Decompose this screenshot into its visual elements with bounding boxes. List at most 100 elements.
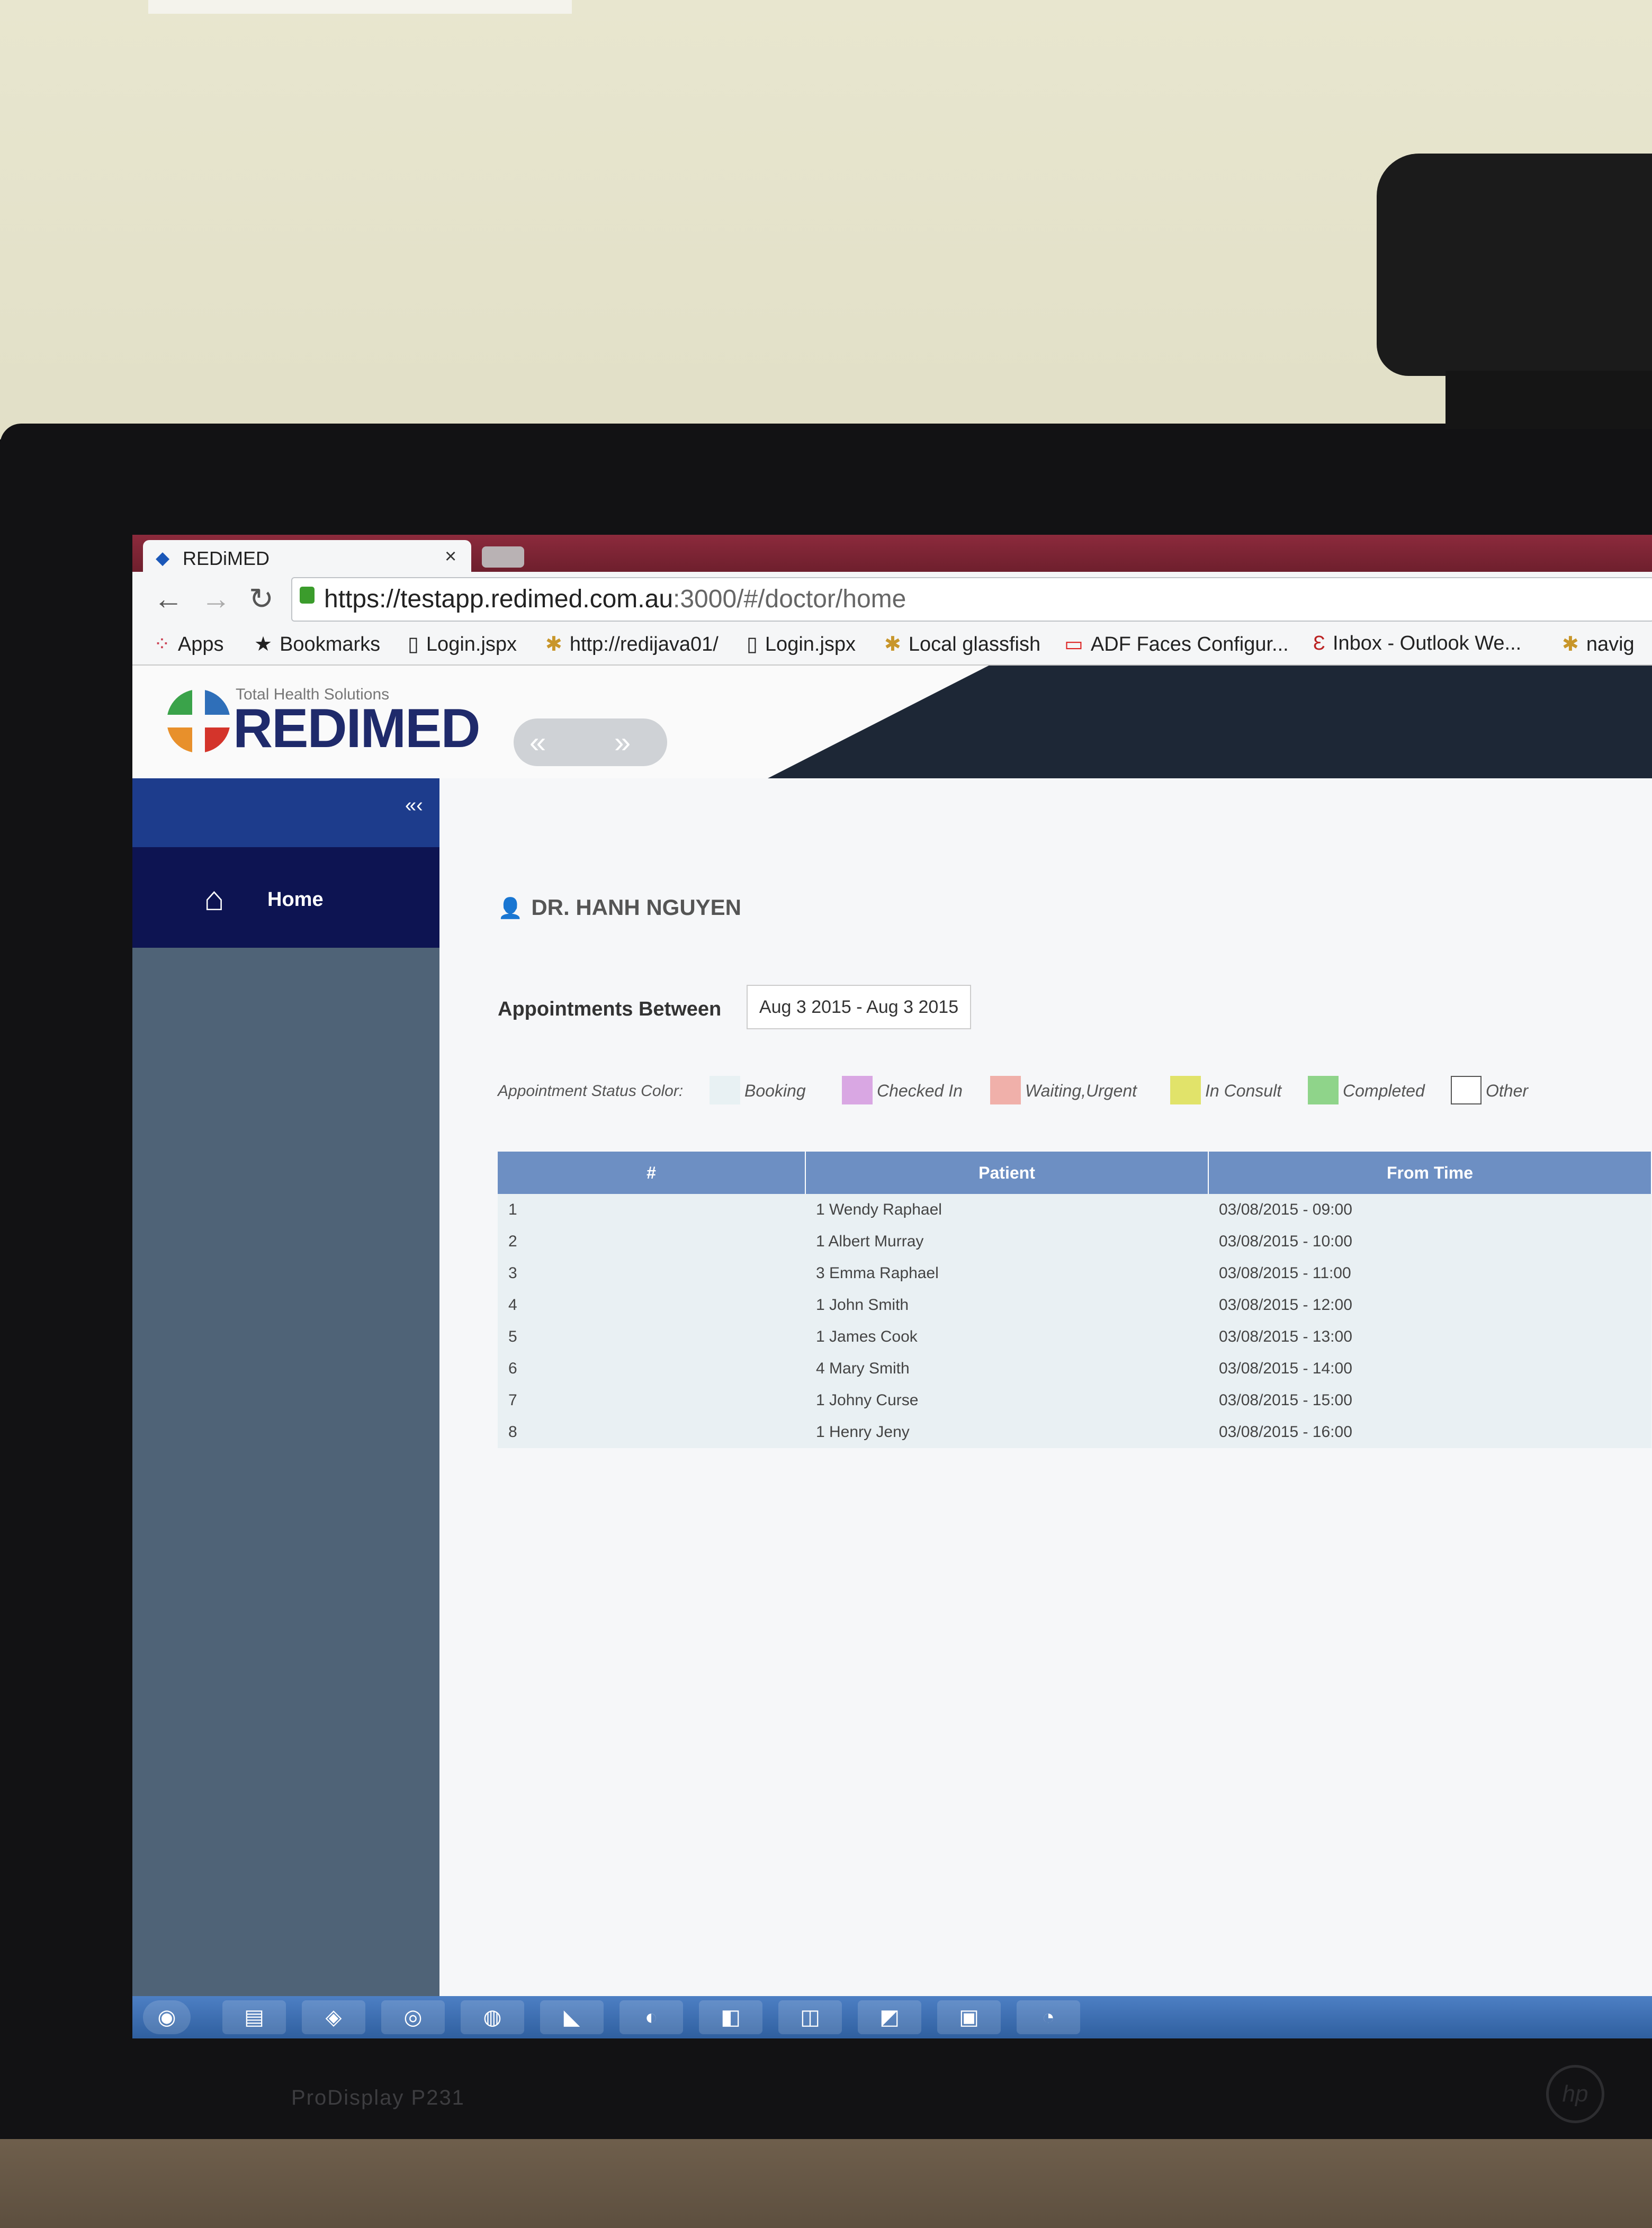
bookmark-adf-faces[interactable]: ▭ ADF Faces Configur... [1064,632,1289,656]
column-header-number[interactable]: # [498,1152,806,1194]
legend-label: Booking [744,1081,806,1100]
redimed-favicon-icon: ◆ [156,548,170,568]
app-icon[interactable]: ▣ [937,2000,1001,2034]
new-tab-button[interactable] [482,546,524,568]
column-header-from-time[interactable]: From Time [1208,1152,1652,1194]
from-time: 03/08/2015 - 13:00 [1208,1321,1651,1353]
bookmark-redijava[interactable]: ✱ http://redijava01/ [545,632,719,656]
outlook-icon[interactable]: ◫ [778,2000,842,2034]
start-button-icon[interactable]: ◉ [143,2000,191,2034]
status-color-legend: Appointment Status Color: Booking Checke… [498,1075,1652,1107]
page-icon: ▯ [747,633,758,655]
row-number: 2 [498,1226,805,1257]
chrome-icon[interactable]: ◍ [461,2000,524,2034]
sidebar-item-home[interactable]: ⌂ Home [132,847,439,948]
patient-name: 1 Albert Murray [805,1226,1208,1257]
app-icon[interactable]: ◈ [302,2000,365,2034]
from-time: 03/08/2015 - 10:00 [1208,1226,1651,1257]
windows-taskbar: ◉ ▤ ◈ ◎ ◍ ◣ ◐ ◧ ◫ ◩ ▣ ◔ [132,1996,1652,2038]
bookmark-label: Login.jspx [426,633,517,655]
legend-label: Waiting,Urgent [1025,1081,1137,1100]
home-icon: ⌂ [204,879,225,918]
reload-icon[interactable]: ↻ [249,581,274,616]
appointments-between-label: Appointments Between [498,998,722,1020]
from-time: 03/08/2015 - 09:00 [1208,1194,1651,1226]
firefox-icon[interactable]: ◐ [620,2000,683,2034]
monitor-brand-label: ProDisplay P231 [291,2086,465,2109]
from-time: 03/08/2015 - 16:00 [1208,1416,1651,1448]
table-row[interactable]: 41 John Smith 03/08/2015 - 12:00 [498,1289,1651,1321]
main-content: 👤 DR. HANH NGUYEN Appointments Between Au… [439,778,1652,2038]
legend-swatch [990,1076,1021,1104]
tab-title: REDiMED [183,547,270,569]
webcam-mount [1446,371,1652,429]
explorer-icon[interactable]: ▤ [222,2000,286,2034]
patient-name: 1 James Cook [805,1321,1208,1353]
browser-tabstrip: ◆ REDiMED × [132,535,1652,573]
webcam [1377,154,1652,376]
legend-label: Checked In [877,1081,963,1100]
bookmark-navig[interactable]: ✱ navig [1562,632,1635,656]
browser-tab[interactable]: ◆ REDiMED × [143,540,471,573]
back-arrow-icon[interactable]: ← [154,581,183,616]
url-host: https://testapp.redimed.com.au [324,585,674,613]
double-chevron-right-icon[interactable]: » [614,725,631,759]
table-row[interactable]: 81 Henry Jeny 03/08/2015 - 16:00 [498,1416,1651,1448]
sidebar-collapse-icon[interactable]: «‹ [405,794,423,817]
bookmarks-bar: ⁘ Apps ★ Bookmarks ▯ Login.jspx ✱ http://red… [132,625,1652,666]
redimed-logo-icon [167,689,230,753]
legend-label: Other [1486,1081,1529,1100]
sidebar-top-bar: «‹ [132,778,439,847]
hp-logo: hp [1546,2065,1604,2123]
app-icon[interactable]: ◎ [381,2000,445,2034]
bookmark-inbox-outlook[interactable]: Ɛ Inbox - Outlook We... [1313,632,1521,655]
bookmark-login-1[interactable]: ▯ Login.jspx [408,632,517,656]
row-number: 7 [498,1385,805,1416]
table-row[interactable]: 71 Johny Curse 03/08/2015 - 15:00 [498,1385,1651,1416]
table-row[interactable]: 21 Albert Murray 03/08/2015 - 10:00 [498,1226,1651,1257]
table-row[interactable]: 33 Emma Raphael 03/08/2015 - 11:00 [498,1257,1651,1289]
exchange-icon: Ɛ [1313,632,1325,654]
doctor-name-heading: 👤 DR. HANH NGUYEN [498,895,741,920]
visual-studio-icon[interactable]: ◣ [540,2000,604,2034]
logo-wordmark: REDIMED [233,698,481,759]
page-icon: ▯ [408,633,419,655]
monitor-screen: ◆ REDiMED × ← → ↻ https://testapp.redime… [132,535,1652,2038]
bookmark-bookmarks[interactable]: ★ Bookmarks [254,632,380,656]
skype-icon[interactable]: ◔ [1017,2000,1080,2034]
app-icon[interactable]: ◩ [858,2000,921,2034]
legend-label: Completed [1343,1081,1425,1100]
from-time: 03/08/2015 - 12:00 [1208,1289,1651,1321]
wall-note [148,0,572,14]
address-bar[interactable]: https://testapp.redimed.com.au:3000/#/do… [291,577,1652,622]
nav-pill[interactable]: « » [514,718,667,766]
runner-icon: ✱ [1562,633,1579,655]
patient-name: 1 Johny Curse [805,1385,1208,1416]
close-icon[interactable]: × [445,545,456,568]
bookmark-apps[interactable]: ⁘ Apps [154,632,223,656]
table-row[interactable]: 11 Wendy Raphael 03/08/2015 - 09:00 [498,1194,1651,1226]
bookmark-label: http://redijava01/ [569,633,719,655]
date-range-input[interactable]: Aug 3 2015 - Aug 3 2015 [747,985,971,1029]
table-row[interactable]: 51 James Cook 03/08/2015 - 13:00 [498,1321,1651,1353]
status-legend-title: Appointment Status Color: [498,1082,684,1100]
apps-grid-icon: ⁘ [154,633,170,655]
bookmark-login-2[interactable]: ▯ Login.jspx [747,632,856,656]
patient-name: 3 Emma Raphael [805,1257,1208,1289]
forward-arrow-icon[interactable]: → [201,581,231,616]
row-number: 1 [498,1194,805,1226]
column-header-patient[interactable]: Patient [805,1152,1209,1194]
legend-swatch [1170,1076,1201,1104]
row-number: 3 [498,1257,805,1289]
bookmark-local-glassfish[interactable]: ✱ Local glassfish [884,632,1040,656]
legend-swatch [1451,1076,1482,1104]
row-number: 5 [498,1321,805,1353]
bookmark-label: Local glassfish [908,633,1041,655]
table-row[interactable]: 64 Mary Smith 03/08/2015 - 14:00 [498,1353,1651,1385]
sidebar [132,778,439,2038]
sidebar-item-label: Home [267,888,324,911]
double-chevron-left-icon[interactable]: « [529,725,546,759]
app-icon[interactable]: ◧ [699,2000,762,2034]
row-number: 4 [498,1289,805,1321]
url-text: https://testapp.redimed.com.au:3000/#/do… [324,585,906,614]
